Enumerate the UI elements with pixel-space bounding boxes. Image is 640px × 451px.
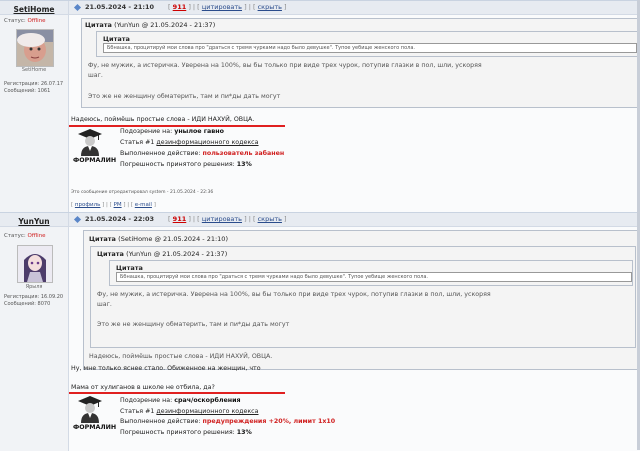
- quote-meta: (YunYun @ 21.05.2024 - 21:37): [114, 21, 216, 29]
- avatar[interactable]: [17, 245, 53, 283]
- post-date: 21.05.2024 - 21:10: [85, 3, 155, 11]
- post-text: Ну, мне только яснее стало. Обиженное на…: [71, 365, 261, 372]
- quote-meta: (SetiHome @ 21.05.2024 - 21:10): [118, 235, 228, 243]
- post-marker-icon: [73, 215, 82, 223]
- quote-title: Цитата: [116, 264, 143, 272]
- nested-quote: Цитата Ббнашка, процитируй мои слова про…: [109, 260, 633, 286]
- error-value: 13%: [236, 429, 252, 436]
- verdict-label: ФОРМАЛИН: [73, 157, 117, 164]
- post-text: Мама от хулиганов в школе не отбила, да?: [71, 384, 215, 391]
- post-marker-icon: [73, 3, 82, 11]
- error-label: Погрешность принятого решения:: [120, 429, 235, 436]
- action-label: Выполненное действие:: [120, 150, 201, 157]
- quote-title: Цитата: [85, 21, 112, 29]
- quote-line: Это же не женщину обматерить, там и пи*д…: [88, 93, 281, 100]
- post-number-link[interactable]: 911: [173, 3, 187, 11]
- article-label: Статья #1: [120, 408, 155, 415]
- quote-title: Цитата: [97, 250, 124, 258]
- article-label: Статья #1: [120, 139, 155, 146]
- quote-line: шаг.: [97, 301, 112, 308]
- suspicion-label: Подозрение на:: [120, 397, 173, 404]
- forum-post: YunYun Статус: Offline Ярыля Регистрация…: [0, 212, 640, 451]
- avatar-caption: SetiHome: [21, 67, 47, 73]
- nested-quote: Цитата (YunYun @ 21.05.2024 - 21:37) Цит…: [90, 246, 636, 348]
- post-body: 21.05.2024 - 22:03[ 911 ] | [ цитировать…: [69, 213, 640, 451]
- quote-line: Фу, не мужик, а истеричка. Уверена на 10…: [88, 62, 482, 69]
- user-reg-info: Регистрация: 26.07.17 Сообщений: 1061: [4, 81, 64, 94]
- quote-block: Цитата (YunYun @ 21.05.2024 - 21:37) Цит…: [81, 18, 639, 108]
- action-value: предупреждения +20%, лимит 1x10: [202, 418, 336, 425]
- post-header: 21.05.2024 - 22:03[ 911 ] | [ цитировать…: [69, 213, 640, 227]
- graduate-icon: [78, 396, 102, 423]
- post-header: 21.05.2024 - 21:10[ 911 ] | [ цитировать…: [69, 1, 640, 15]
- edited-note: Это сообщение отредактировал system - 21…: [71, 190, 214, 195]
- offline-badge: Offline: [27, 233, 46, 239]
- quote-title: Цитата: [89, 235, 116, 243]
- error-label: Погрешность принятого решения:: [120, 161, 235, 168]
- profile-link[interactable]: профиль: [75, 202, 101, 208]
- article-link[interactable]: дезинформационного кодекса: [156, 408, 258, 415]
- action-label: Выполненное действие:: [120, 418, 201, 425]
- pm-link[interactable]: PM: [114, 202, 122, 208]
- post-footer-links: [ профиль ] | [ PM ] | [ e-mail ]: [71, 202, 156, 208]
- user-status: Статус: Offline: [4, 233, 46, 239]
- action-value: пользователь забанен: [202, 150, 285, 157]
- suspicion-label: Подозрение на:: [120, 128, 173, 135]
- suspicion-value: унылое гавно: [174, 128, 224, 135]
- nested-quote: Цитата Ббнашка, процитируй мои слова про…: [96, 31, 638, 57]
- user-sidebar: SetiHome Статус: Offline SetiHome Регист…: [0, 1, 69, 213]
- avatar-caption: Ярыля: [25, 284, 43, 290]
- red-divider: [69, 392, 285, 394]
- post-text: Надеюсь, поймёшь простые слова - ИДИ НАХ…: [71, 116, 255, 123]
- user-status: Статус: Offline: [4, 18, 46, 24]
- user-reg-info: Регистрация: 16.09.20 Сообщений: 8070: [4, 294, 64, 307]
- quote-text: Ббнашка, процитируй мои слова про "драть…: [103, 43, 637, 53]
- forum-page: SetiHome Статус: Offline SetiHome Регист…: [0, 0, 640, 451]
- post-number-link[interactable]: 911: [173, 215, 187, 223]
- quote-line: Это же не женщину обматерить, там и пи*д…: [97, 321, 290, 328]
- verdict-label: ФОРМАЛИН: [73, 424, 117, 431]
- hide-link[interactable]: скрыть: [258, 3, 282, 11]
- quote-line: Надеюсь, поймёшь простые слова - ИДИ НАХ…: [89, 353, 273, 360]
- quote-text: Ббнашка, процитируй мои слова про "драть…: [116, 272, 632, 282]
- post-body: 21.05.2024 - 21:10[ 911 ] | [ цитировать…: [69, 1, 640, 213]
- suspicion-value: срач/оскорбления: [174, 397, 241, 404]
- forum-post: SetiHome Статус: Offline SetiHome Регист…: [0, 0, 640, 213]
- user-sidebar: YunYun Статус: Offline Ярыля Регистрация…: [0, 213, 69, 451]
- quote-title: Цитата: [103, 35, 130, 43]
- quote-line: шаг.: [88, 72, 103, 79]
- red-divider: [69, 125, 285, 127]
- email-link[interactable]: e-mail: [135, 202, 152, 208]
- hide-link[interactable]: скрыть: [258, 215, 282, 223]
- graduate-icon: [78, 129, 102, 156]
- quote-link[interactable]: цитировать: [202, 3, 242, 11]
- quote-line: Фу, не мужик, а истеричка. Уверена на 10…: [97, 291, 491, 298]
- quote-block: Цитата (SetiHome @ 21.05.2024 - 21:10) Ц…: [83, 230, 639, 370]
- username-link[interactable]: SetiHome: [0, 5, 68, 14]
- username-link[interactable]: YunYun: [0, 217, 68, 226]
- quote-meta: (YunYun @ 21.05.2024 - 21:37): [126, 250, 228, 258]
- quote-link[interactable]: цитировать: [202, 215, 242, 223]
- avatar[interactable]: [16, 29, 54, 67]
- offline-badge: Offline: [27, 18, 46, 24]
- article-link[interactable]: дезинформационного кодекса: [156, 139, 258, 146]
- error-value: 13%: [236, 161, 252, 168]
- post-date: 21.05.2024 - 22:03: [85, 215, 155, 223]
